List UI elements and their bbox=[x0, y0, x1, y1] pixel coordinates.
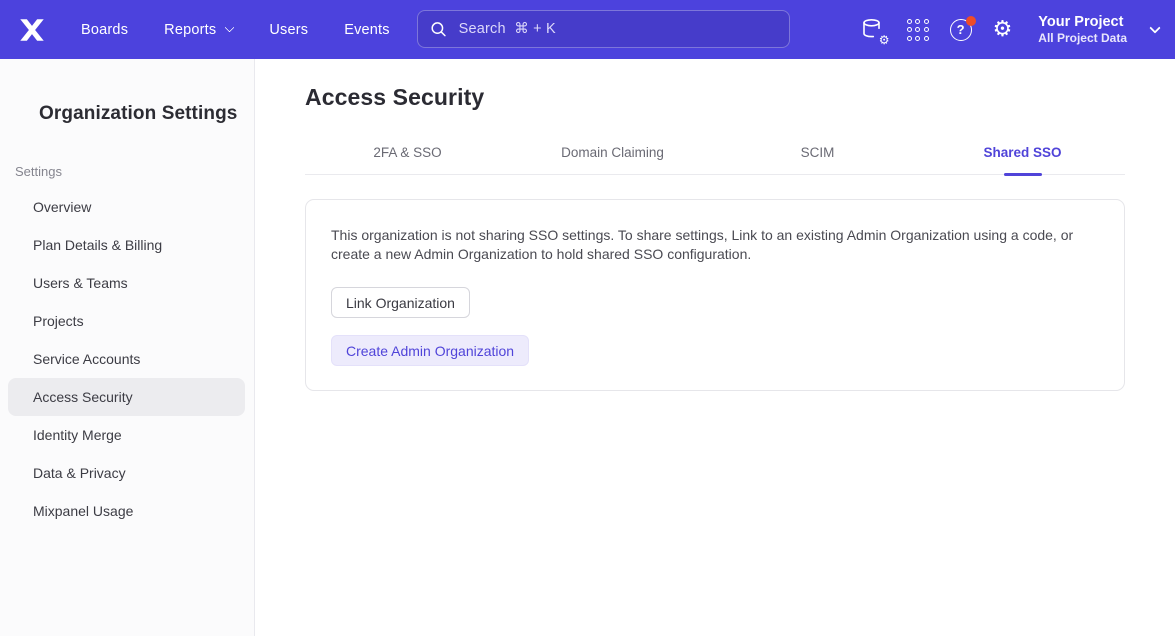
sidebar-item-label: Overview bbox=[33, 199, 91, 215]
sidebar-item-users-teams[interactable]: Users & Teams bbox=[8, 264, 245, 302]
search-bar[interactable] bbox=[417, 10, 790, 48]
mixpanel-logo-icon bbox=[17, 15, 47, 45]
chevron-down-icon[interactable] bbox=[1149, 22, 1160, 33]
sidebar-item-label: Data & Privacy bbox=[33, 465, 126, 481]
nav-link-users[interactable]: Users bbox=[269, 22, 308, 38]
nav-link-reports[interactable]: Reports bbox=[164, 22, 233, 38]
button-link-organization[interactable]: Link Organization bbox=[331, 287, 470, 318]
sidebar-item-label: Plan Details & Billing bbox=[33, 237, 162, 253]
sidebar-item-plan-details-billing[interactable]: Plan Details & Billing bbox=[8, 226, 245, 264]
tab-label: 2FA & SSO bbox=[373, 145, 441, 160]
sidebar-item-access-security[interactable]: Access Security bbox=[8, 378, 245, 416]
button-create-admin-organization[interactable]: Create Admin Organization bbox=[331, 335, 529, 366]
help-icon[interactable]: ? bbox=[950, 19, 972, 41]
sidebar-nav: Overview Plan Details & Billing Users & … bbox=[0, 188, 254, 530]
button-label: Link Organization bbox=[346, 295, 455, 311]
nav-link-label: Boards bbox=[81, 22, 128, 38]
sidebar-item-label: Identity Merge bbox=[33, 427, 122, 443]
sidebar-item-label: Service Accounts bbox=[33, 351, 140, 367]
sidebar-item-mixpanel-usage[interactable]: Mixpanel Usage bbox=[8, 492, 245, 530]
chevron-down-icon bbox=[225, 23, 235, 33]
button-label: Create Admin Organization bbox=[346, 343, 514, 359]
nav-link-label: Events bbox=[344, 22, 390, 38]
project-name: Your Project bbox=[1038, 13, 1127, 31]
page-title: Access Security bbox=[305, 84, 1125, 111]
nav-link-label: Users bbox=[269, 22, 308, 38]
apps-grid-icon[interactable] bbox=[907, 19, 929, 41]
settings-gear-icon[interactable]: ⚙ bbox=[993, 19, 1013, 41]
card-description: This organization is not sharing SSO set… bbox=[331, 226, 1093, 264]
primary-nav: Boards Reports Users Events bbox=[81, 0, 390, 59]
sidebar-item-overview[interactable]: Overview bbox=[8, 188, 245, 226]
sidebar-item-label: Mixpanel Usage bbox=[33, 503, 133, 519]
tab-bar: 2FA & SSO Domain Claiming SCIM Shared SS… bbox=[305, 145, 1125, 175]
sidebar-item-data-privacy[interactable]: Data & Privacy bbox=[8, 454, 245, 492]
sidebar-item-label: Access Security bbox=[33, 389, 133, 405]
nav-link-label: Reports bbox=[164, 22, 216, 38]
settings-section-label: Settings bbox=[15, 164, 254, 179]
sidebar-item-service-accounts[interactable]: Service Accounts bbox=[8, 340, 245, 378]
tab-label: SCIM bbox=[801, 145, 835, 160]
notification-badge bbox=[966, 16, 976, 26]
sidebar-title: Organization Settings bbox=[39, 103, 254, 125]
search-icon bbox=[430, 20, 447, 38]
tab-scim[interactable]: SCIM bbox=[715, 145, 920, 174]
tab-label: Shared SSO bbox=[983, 145, 1061, 160]
main-content: Access Security 2FA & SSO Domain Claimin… bbox=[256, 59, 1175, 636]
shared-sso-card: This organization is not sharing SSO set… bbox=[305, 199, 1125, 391]
top-nav-actions: ⚙ ? ⚙ Your Project All Project Data bbox=[861, 0, 1159, 59]
sidebar-item-projects[interactable]: Projects bbox=[8, 302, 245, 340]
search-input[interactable] bbox=[457, 20, 777, 38]
card-actions: Link Organization Create Admin Organizat… bbox=[331, 287, 1099, 366]
sidebar-item-identity-merge[interactable]: Identity Merge bbox=[8, 416, 245, 454]
nav-link-boards[interactable]: Boards bbox=[81, 22, 128, 38]
project-subtitle: All Project Data bbox=[1038, 31, 1127, 46]
sidebar: Organization Settings Settings Overview … bbox=[0, 59, 255, 636]
sidebar-item-label: Users & Teams bbox=[33, 275, 128, 291]
nav-link-events[interactable]: Events bbox=[344, 22, 390, 38]
data-management-icon[interactable]: ⚙ bbox=[861, 18, 886, 42]
tab-label: Domain Claiming bbox=[561, 145, 664, 160]
top-nav: Boards Reports Users Events bbox=[0, 0, 1175, 59]
tab-2fa-sso[interactable]: 2FA & SSO bbox=[305, 145, 510, 174]
mixpanel-logo[interactable] bbox=[16, 14, 47, 45]
sidebar-item-label: Projects bbox=[33, 313, 84, 329]
mini-gear-icon: ⚙ bbox=[879, 34, 890, 46]
tab-domain-claiming[interactable]: Domain Claiming bbox=[510, 145, 715, 174]
project-switcher[interactable]: Your Project All Project Data bbox=[1038, 13, 1127, 46]
tab-shared-sso[interactable]: Shared SSO bbox=[920, 145, 1125, 174]
